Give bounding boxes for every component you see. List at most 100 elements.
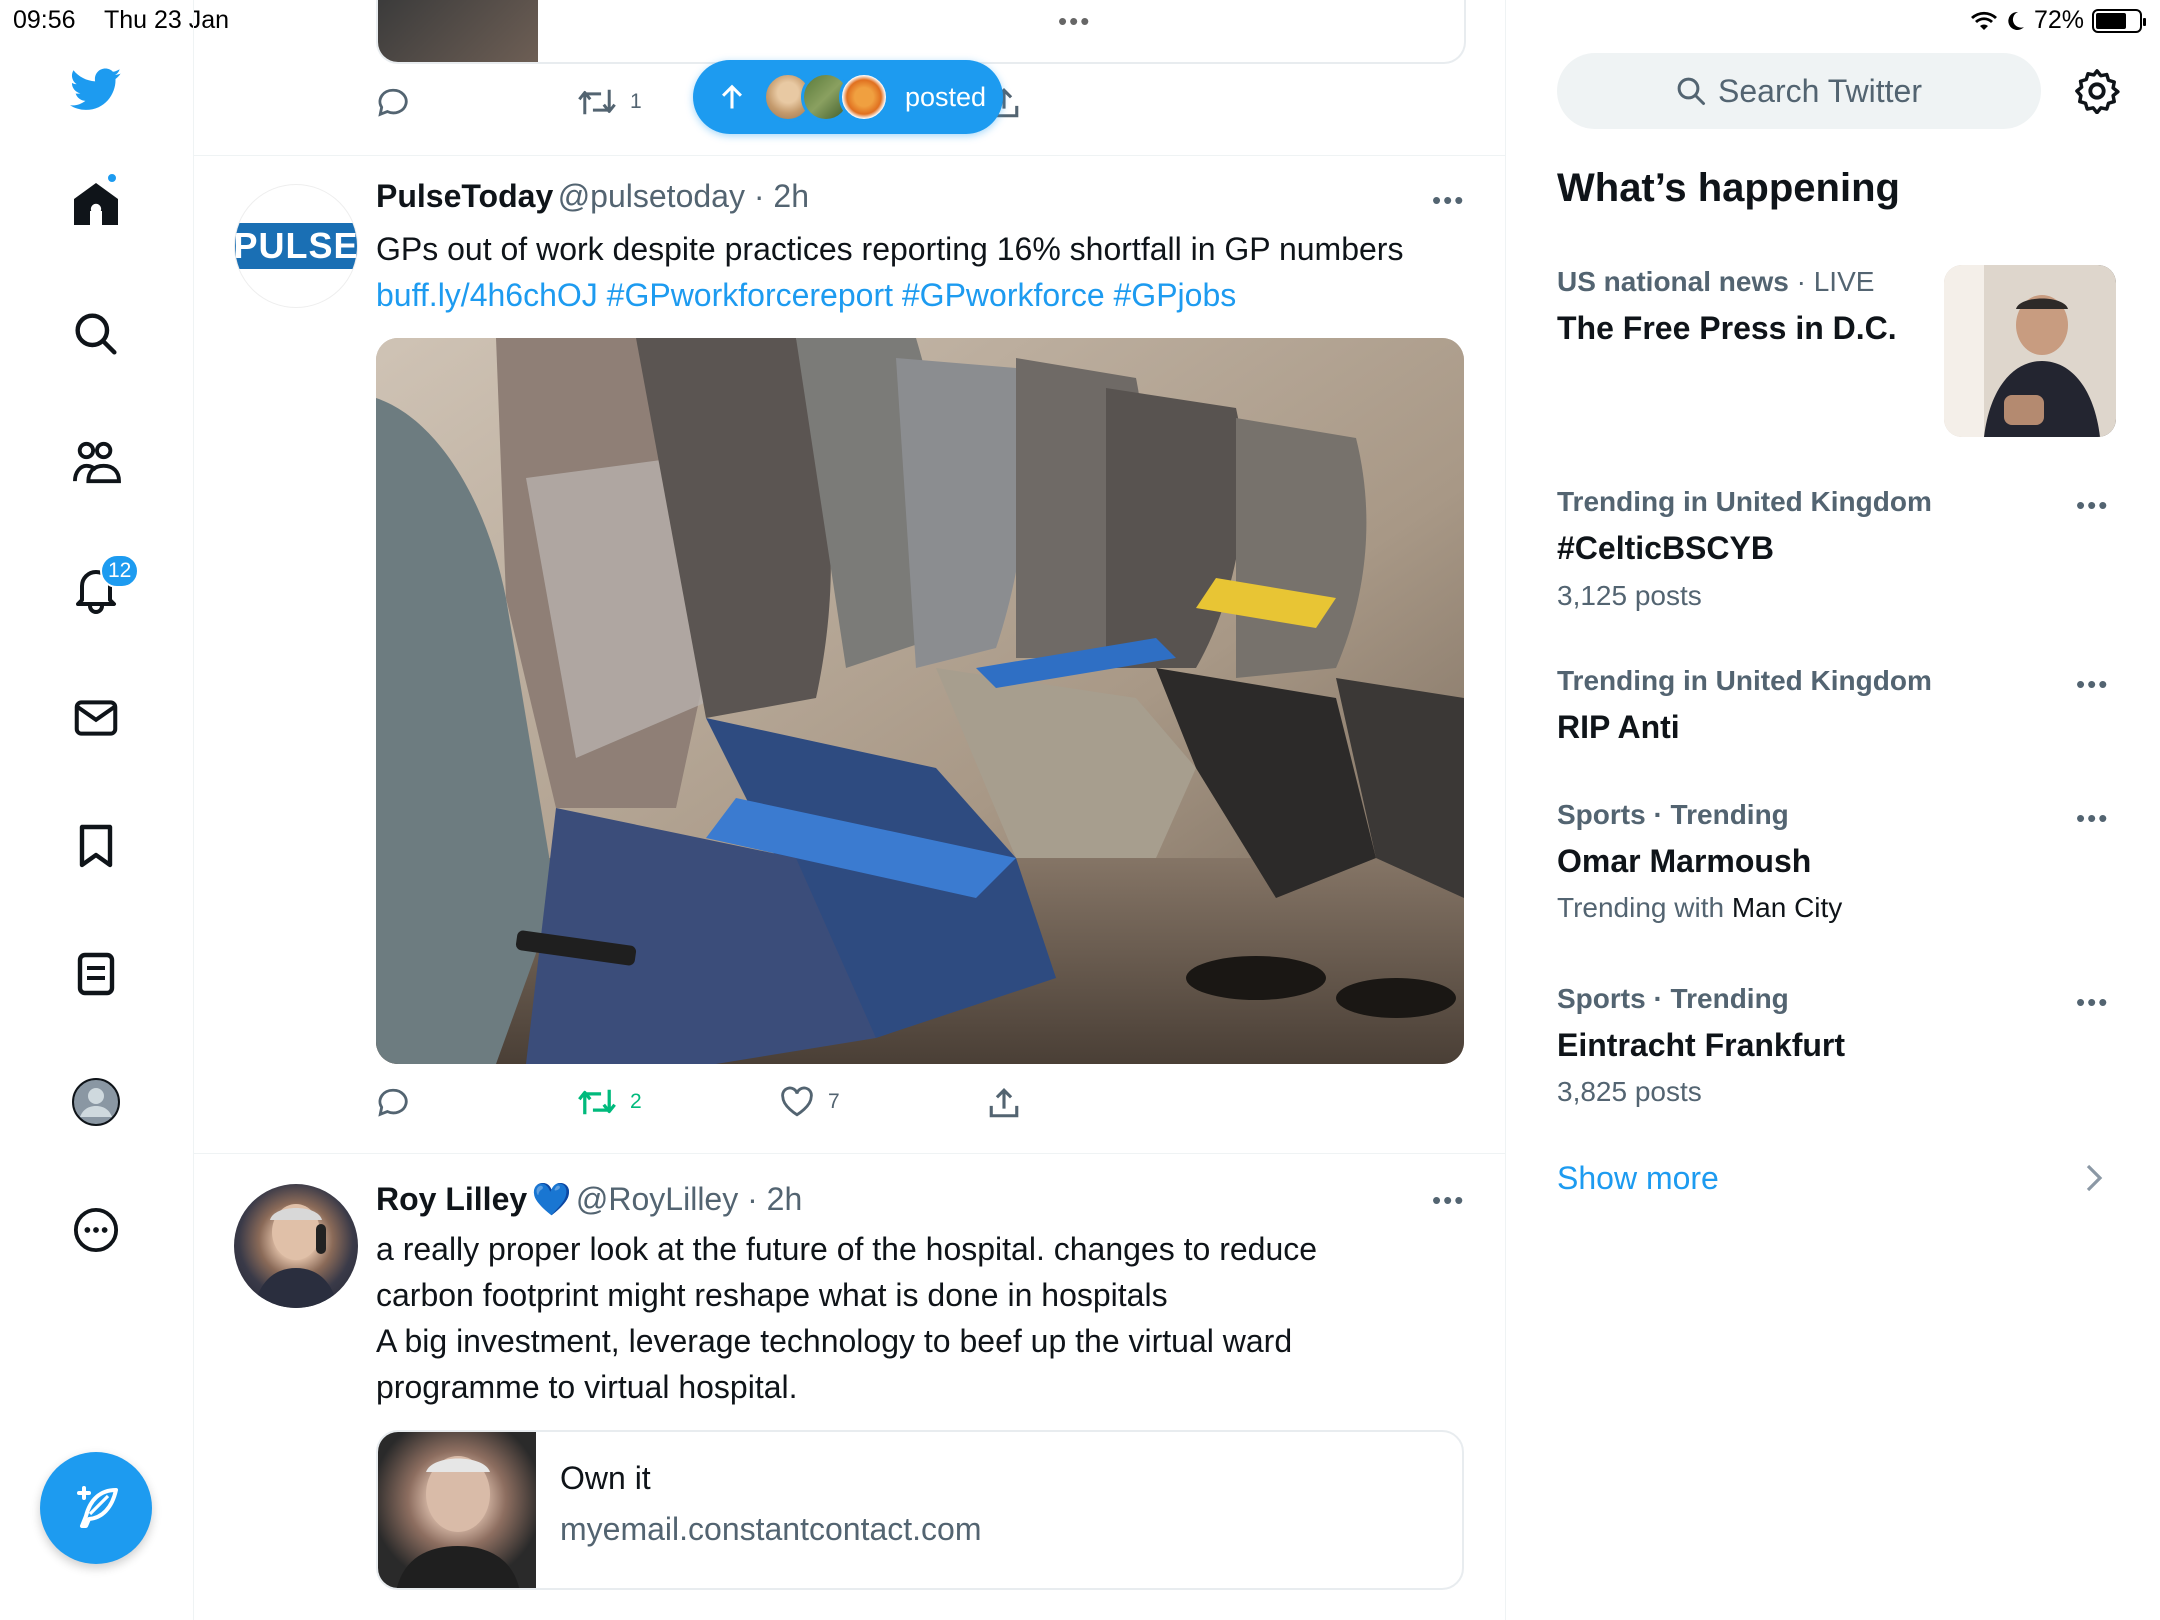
more-options-icon[interactable] bbox=[70, 1204, 122, 1256]
status-indicators: 72% bbox=[1970, 6, 2146, 35]
trend-meta: Sports · Trending bbox=[1557, 799, 1789, 830]
trending-with-value[interactable]: Man City bbox=[1732, 892, 1842, 923]
tweet1-photo-image bbox=[376, 338, 1464, 1064]
tweet-separator bbox=[194, 155, 1505, 156]
tweet1-hashtag[interactable]: #GPjobs bbox=[1114, 277, 1237, 313]
tweet1-more-button[interactable]: ••• bbox=[1432, 185, 1465, 216]
new-posts-pill-button[interactable]: posted bbox=[693, 60, 1003, 134]
retweet-icon bbox=[578, 1089, 616, 1115]
home-unread-dot bbox=[106, 172, 118, 184]
roy-lilley-avatar-image bbox=[254, 1204, 338, 1308]
battery-icon bbox=[2092, 8, 2146, 33]
tweet2-text-line: A big investment, leverage technology to… bbox=[376, 1323, 1293, 1359]
compose-feather-icon bbox=[77, 1486, 118, 1528]
tweet2-author-handle[interactable]: @RoyLilley bbox=[576, 1181, 738, 1217]
tweet2-timestamp[interactable]: 2h bbox=[767, 1181, 803, 1217]
tweet1-hashtag[interactable]: #GPworkforcereport bbox=[607, 277, 893, 313]
heart-icon bbox=[781, 1086, 813, 1117]
tweet1-link[interactable]: buff.ly/4h6chOJ bbox=[376, 277, 598, 313]
status-date: Thu 23 Jan bbox=[104, 6, 230, 34]
tweet1-retweet-button[interactable]: 2 bbox=[578, 1086, 642, 1118]
link-card-thumbnail bbox=[378, 1432, 536, 1588]
tweet2-link-card[interactable]: Own it myemail.constantcontact.com bbox=[376, 1430, 1464, 1590]
trend-more-button[interactable]: ••• bbox=[2076, 490, 2109, 521]
nav-divider bbox=[193, 0, 194, 1620]
trend-meta: Trending in United Kingdom bbox=[1557, 486, 1932, 517]
status-time: 09:56 bbox=[13, 6, 76, 34]
messages-mail-icon[interactable] bbox=[70, 692, 122, 744]
whats-happening-heading: What’s happening bbox=[1557, 166, 1900, 210]
trend-more-button[interactable]: ••• bbox=[2076, 803, 2109, 834]
tweet2-text-line: carbon footprint might reshape what is d… bbox=[376, 1277, 1168, 1313]
reply-icon bbox=[378, 88, 408, 117]
trend-name[interactable]: RIP Anti bbox=[1557, 709, 1680, 746]
link-card-domain: myemail.constantcontact.com bbox=[560, 1511, 982, 1547]
retweet-icon bbox=[578, 89, 616, 115]
settings-gear-icon[interactable] bbox=[2074, 68, 2120, 115]
trend-name[interactable]: #CelticBSCYB bbox=[1557, 530, 1774, 567]
blue-heart-icon: 💙 bbox=[531, 1181, 572, 1217]
top-tweet-retweet-button[interactable]: 1 bbox=[578, 86, 642, 118]
tweet1-author-handle[interactable]: @pulsetoday bbox=[558, 178, 745, 214]
top-tweet-reply-button[interactable] bbox=[376, 86, 410, 120]
trend-trending-with: Trending with Man City bbox=[1557, 892, 1842, 924]
pulsetoday-avatar[interactable]: PULSE bbox=[234, 184, 358, 308]
lists-icon[interactable] bbox=[70, 948, 122, 1000]
roy-lilley-avatar[interactable] bbox=[234, 1184, 358, 1308]
trend-posts: 3,125 posts bbox=[1557, 580, 1702, 611]
search-icon bbox=[1677, 77, 1706, 105]
notifications-count-badge: 12 bbox=[100, 554, 140, 588]
chevron-right-icon[interactable] bbox=[2084, 1164, 2104, 1197]
bookmarks-icon[interactable] bbox=[70, 820, 122, 872]
show-more-link[interactable]: Show more bbox=[1557, 1160, 1719, 1197]
tweet1-hashtag[interactable]: #GPworkforce bbox=[902, 277, 1105, 313]
news-title[interactable]: The Free Press in D.C. bbox=[1557, 310, 1897, 347]
tweet2-more-button[interactable]: ••• bbox=[1432, 1185, 1465, 1216]
news-meta: US national news · LIVE bbox=[1557, 266, 1875, 297]
battery-percent: 72% bbox=[2033, 6, 2084, 34]
compose-tweet-button[interactable] bbox=[40, 1452, 152, 1564]
tweet1-author-name[interactable]: PulseToday bbox=[376, 178, 553, 214]
tweet1-header: PulseToday @pulsetoday · 2h bbox=[376, 178, 809, 214]
pulsetoday-avatar-logo: PULSE bbox=[235, 223, 357, 269]
tweet1-photo[interactable] bbox=[376, 338, 1464, 1064]
trend-meta: Sports · Trending bbox=[1557, 983, 1789, 1014]
tweet-separator bbox=[194, 1153, 1505, 1154]
trend-name[interactable]: Eintracht Frankfurt bbox=[1557, 1027, 1845, 1064]
new-post-avatar bbox=[839, 72, 889, 122]
communities-icon[interactable] bbox=[70, 436, 122, 488]
trend-meta: Trending in United Kingdom bbox=[1557, 665, 1932, 696]
tweet1-share-button[interactable] bbox=[988, 1086, 1020, 1120]
tweet1-text: GPs out of work despite practices report… bbox=[376, 226, 1476, 318]
trend-more-button[interactable]: ••• bbox=[2076, 669, 2109, 700]
profile-avatar-icon[interactable] bbox=[70, 1076, 122, 1128]
tweet2-text-line: programme to virtual hospital. bbox=[376, 1369, 798, 1405]
top-tweet-card-remnant[interactable] bbox=[376, 0, 1466, 64]
moon-icon bbox=[2008, 11, 2024, 30]
search-input[interactable]: Search Twitter bbox=[1557, 53, 2041, 129]
trend-more-button[interactable]: ••• bbox=[2076, 987, 2109, 1018]
tweet2-text: a really proper look at the future of th… bbox=[376, 1226, 1476, 1410]
tweet2-author-name[interactable]: Roy Lilley bbox=[376, 1181, 527, 1217]
notifications-bell-icon[interactable]: 12 bbox=[70, 554, 140, 616]
explore-search-icon[interactable] bbox=[70, 308, 122, 360]
tweet1-like-button[interactable]: 7 bbox=[780, 1086, 840, 1118]
home-icon[interactable] bbox=[70, 172, 122, 230]
share-icon bbox=[989, 1088, 1019, 1118]
tweet1-reply-button[interactable] bbox=[376, 1086, 410, 1120]
tweet1-timestamp[interactable]: 2h bbox=[773, 178, 809, 214]
trend-name[interactable]: Omar Marmoush bbox=[1557, 843, 1811, 880]
wifi-icon bbox=[1970, 11, 1997, 30]
reply-icon bbox=[378, 1088, 408, 1117]
news-thumbnail[interactable] bbox=[1944, 265, 2116, 437]
trending-with-label: Trending with bbox=[1557, 892, 1725, 923]
center-divider bbox=[1505, 0, 1506, 1620]
top-tweet-retweet-count: 1 bbox=[630, 90, 642, 113]
search-placeholder: Search Twitter bbox=[1718, 72, 1922, 109]
tweet2-text-line: a really proper look at the future of th… bbox=[376, 1231, 1318, 1267]
arrow-up-icon bbox=[722, 84, 742, 109]
news-category: US national news bbox=[1557, 266, 1789, 297]
twitter-logo-icon[interactable] bbox=[70, 64, 122, 116]
link-card-title: Own it bbox=[560, 1460, 651, 1496]
new-posts-pill-label: posted bbox=[905, 81, 987, 112]
